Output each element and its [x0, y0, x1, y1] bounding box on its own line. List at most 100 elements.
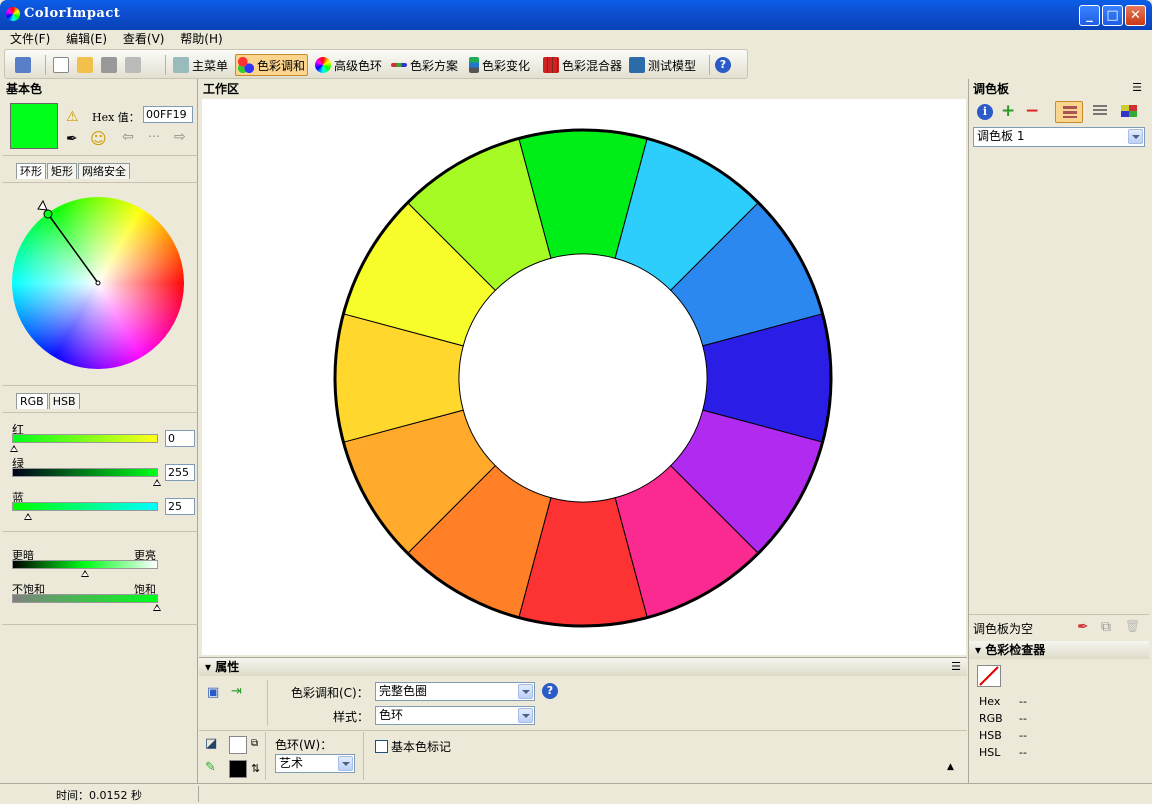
swap-icon[interactable]: ⧉: [251, 738, 258, 749]
style-select[interactable]: 色环: [375, 706, 535, 725]
blue-input[interactable]: 25: [165, 498, 195, 515]
line-color-swatch[interactable]: [229, 760, 247, 778]
clear-icon[interactable]: ⧉: [1101, 619, 1111, 635]
inspector-row: RGB --: [979, 712, 1027, 725]
base-mark-label: 基本色标记: [391, 740, 452, 754]
menu-bar: 文件(F) 编辑(E) 查看(V) 帮助(H): [4, 30, 1148, 48]
blue-slider-thumb[interactable]: [24, 513, 32, 520]
tab-rgb[interactable]: RGB: [16, 393, 48, 409]
book-icon: [173, 57, 189, 73]
picker-tabs: 环形 矩形 网络安全: [16, 163, 131, 179]
color-wheel-canvas[interactable]: [202, 99, 966, 655]
list-detail-view-button[interactable]: [1055, 101, 1083, 123]
wheel-type-label: 色环(W)：: [275, 738, 333, 752]
inspector-row: HSB --: [979, 729, 1027, 742]
green-input[interactable]: 255: [165, 464, 195, 481]
harmony-select[interactable]: 完整色圈: [375, 682, 535, 701]
menu-help[interactable]: 帮助(H): [174, 30, 228, 48]
grid-view-icon[interactable]: [1121, 105, 1137, 117]
properties-panel: ▾ 属性 ☰ ▣ ⇥ 色彩调和(C)： 完整色圈 ? 样式： 色环 ◪ ⧉ ✎ …: [199, 657, 967, 783]
tab-rect[interactable]: 矩形: [47, 163, 77, 179]
app-icon: [6, 7, 20, 21]
hex-input[interactable]: 00FF19: [143, 106, 193, 123]
inspector-swatch: [977, 665, 1001, 687]
history-icon[interactable]: ⋯: [148, 129, 160, 143]
back-arrow-icon[interactable]: ⇦: [122, 129, 134, 145]
title-bar: ColorImpact _ □ ✕: [0, 0, 1152, 30]
menu-view[interactable]: 查看(V): [117, 30, 171, 48]
minimize-button[interactable]: _: [1079, 5, 1100, 26]
menu-edit[interactable]: 编辑(E): [60, 30, 113, 48]
picker-handle[interactable]: [12, 197, 184, 369]
info-icon[interactable]: i: [977, 104, 993, 120]
save-props-icon[interactable]: ▣: [207, 685, 219, 700]
menu-file[interactable]: 文件(F): [4, 30, 56, 48]
brightness-slider[interactable]: [12, 560, 158, 569]
inspector-title[interactable]: ▾ 色彩检查器: [969, 641, 1149, 659]
red-slider-thumb[interactable]: [10, 445, 18, 452]
help-icon: ?: [715, 57, 731, 73]
collapse-up-icon[interactable]: ▲: [947, 762, 954, 772]
green-slider-thumb[interactable]: [153, 479, 161, 486]
palette-empty-label: 调色板为空: [973, 622, 1034, 636]
properties-title[interactable]: ▾ 属性: [199, 658, 967, 676]
current-color-swatch[interactable]: [10, 103, 58, 149]
mixer-icon: [543, 57, 559, 73]
red-slider[interactable]: [12, 434, 158, 443]
saturation-slider[interactable]: [12, 594, 158, 603]
harmony-icon: [238, 57, 254, 73]
new-button[interactable]: [53, 54, 72, 76]
saturation-slider-thumb[interactable]: [153, 604, 161, 611]
trash-icon[interactable]: 🗑: [1125, 619, 1140, 633]
toolbar-harmony[interactable]: 色彩调和: [235, 54, 309, 76]
list-detail-icon: [1063, 106, 1077, 118]
toolbar-variation[interactable]: 色彩变化: [469, 54, 530, 76]
scheme-icon: [391, 63, 407, 67]
smiley-icon[interactable]: ☺: [90, 129, 107, 148]
wheel-type-select[interactable]: 艺术: [275, 754, 355, 773]
add-color-icon[interactable]: +: [1001, 101, 1015, 121]
close-button[interactable]: ✕: [1125, 5, 1146, 26]
variation-icon: [469, 57, 479, 73]
palette-menu-icon[interactable]: ☰: [1132, 81, 1142, 94]
harmony-wheel[interactable]: [202, 99, 966, 655]
toolbar: 主菜单 色彩调和 高级色环 色彩方案 色彩变化 色彩混合器 测试模型 ?: [4, 49, 748, 79]
toolbar-main-menu[interactable]: 主菜单: [173, 54, 228, 76]
red-input[interactable]: 0: [165, 430, 195, 447]
tab-websafe[interactable]: 网络安全: [78, 163, 130, 179]
pencil-icon[interactable]: ✎: [205, 760, 216, 775]
eyedropper-icon[interactable]: ✒: [66, 131, 78, 147]
open-button[interactable]: [77, 54, 96, 76]
toolbar-mixer[interactable]: 色彩混合器: [543, 54, 622, 76]
panel-menu-icon[interactable]: ☰: [951, 660, 961, 673]
palette-select[interactable]: 调色板 1: [973, 127, 1145, 147]
toolbar-advanced-wheel[interactable]: 高级色环: [315, 54, 382, 76]
save-button[interactable]: [101, 54, 120, 76]
exit-button[interactable]: [15, 54, 34, 76]
brightness-slider-thumb[interactable]: [81, 570, 89, 577]
list-view-icon[interactable]: [1093, 105, 1107, 117]
green-slider[interactable]: [12, 468, 158, 477]
base-mark-checkbox[interactable]: [375, 740, 388, 753]
harmony-label: 色彩调和(C)：: [291, 686, 369, 700]
panel-title: 基本色: [2, 79, 197, 99]
palette-panel: 调色板 ☰ i + − 调色板 1 调色板为空 ✒ ⧉ 🗑 ▾ 色彩检查器 He…: [968, 79, 1149, 783]
print-icon: [125, 57, 141, 73]
toolbar-scheme[interactable]: 色彩方案: [391, 54, 458, 76]
tab-ring[interactable]: 环形: [16, 163, 46, 179]
fill-bucket-icon[interactable]: ◪: [205, 736, 217, 751]
blue-slider[interactable]: [12, 502, 158, 511]
picker-add-icon[interactable]: ✒: [1077, 619, 1089, 635]
print-button[interactable]: [125, 54, 144, 76]
toolbar-help[interactable]: ?: [715, 54, 734, 76]
swap-arrows-icon[interactable]: ⇅: [251, 762, 260, 775]
maximize-button[interactable]: □: [1102, 5, 1123, 26]
apply-props-icon[interactable]: ⇥: [231, 684, 242, 699]
harmony-help-icon[interactable]: ?: [542, 683, 558, 699]
toolbar-test-model[interactable]: 测试模型: [629, 54, 696, 76]
remove-color-icon[interactable]: −: [1025, 101, 1039, 121]
forward-arrow-icon[interactable]: ⇨: [174, 129, 186, 145]
status-time: 时间：0.0152 秒: [56, 789, 142, 802]
background-color-swatch[interactable]: [229, 736, 247, 754]
tab-hsb[interactable]: HSB: [48, 393, 80, 409]
